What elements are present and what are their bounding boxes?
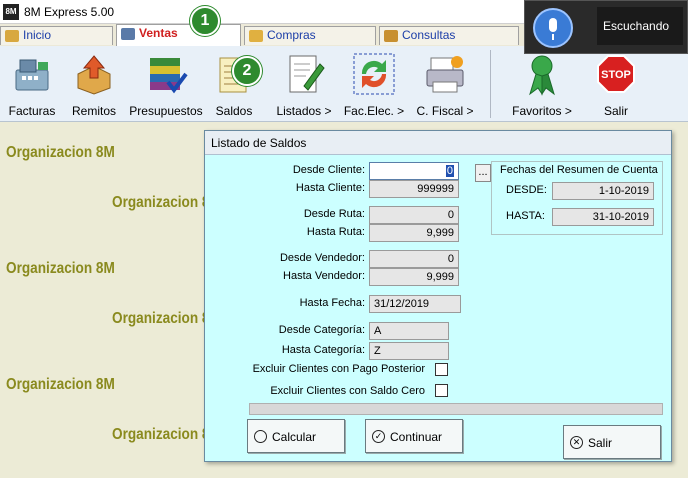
continuar-button[interactable]: ✓ Continuar — [365, 419, 463, 453]
voice-dictation-overlay: Escuchando — [524, 0, 688, 54]
listados-label: Listados > — [276, 104, 332, 118]
document-pen-icon — [289, 55, 325, 93]
excluir-pago-label: Excluir Clientes con Pago Posterior — [252, 363, 425, 375]
favoritos-button[interactable]: Favoritos > — [500, 46, 584, 122]
microphone-icon[interactable] — [533, 8, 573, 48]
favoritos-label: Favoritos > — [512, 104, 572, 118]
step-badge-2: 2 — [232, 56, 262, 86]
desde-ruta-label: Desde Ruta: — [303, 208, 365, 220]
stop-sign-icon: STOP — [597, 55, 635, 93]
facturas-label: Facturas — [8, 104, 56, 118]
remitos-button[interactable]: Remitos — [66, 46, 122, 122]
resumen-cuenta-group: Fechas del Resumen de Cuenta DESDE: 1-10… — [491, 161, 663, 235]
app-logo-icon: 8M — [3, 4, 19, 20]
tab-label: Consultas — [402, 28, 456, 42]
remitos-label: Remitos — [71, 104, 116, 118]
tab-ventas[interactable]: Ventas — [116, 24, 241, 46]
presupuestos-button[interactable]: Presupuestos — [126, 46, 206, 122]
hasta-ruta-input[interactable]: 9,999 — [369, 224, 459, 242]
saldos-label: Saldos — [215, 104, 253, 118]
hasta-categoria-label: Hasta Categoría: — [281, 344, 365, 356]
listados-button[interactable]: Listados > — [272, 46, 336, 122]
box-upload-icon — [77, 55, 111, 95]
desde-categoria-input[interactable]: A — [369, 322, 449, 340]
listado-saldos-dialog: Listado de Saldos Desde Cliente: 0 ... H… — [204, 130, 672, 462]
fac-elec-label: Fac.Elec. > — [343, 104, 405, 118]
tab-label: Inicio — [23, 28, 52, 42]
resumen-hasta-label: HASTA: — [506, 210, 545, 222]
salir-label: Salir — [603, 104, 628, 118]
window-title: 8M Express 5.00 — [24, 5, 115, 19]
hasta-categoria-input[interactable]: Z — [369, 342, 449, 360]
cash-register-icon — [15, 59, 49, 91]
ribbon-icon — [529, 55, 555, 96]
stop-text: STOP — [601, 69, 631, 81]
cancel-icon: ✕ — [570, 436, 583, 449]
desde-cliente-input[interactable]: 0 — [369, 162, 459, 180]
desde-cliente-label: Desde Cliente: — [292, 164, 365, 176]
hasta-cliente-label: Hasta Cliente: — [295, 182, 365, 194]
watermark-text: Organizacion 8M — [6, 376, 115, 393]
hasta-vendedor-label: Hasta Vendedor: — [283, 270, 365, 282]
continuar-label: Continuar — [390, 430, 443, 444]
salir-dialog-button[interactable]: ✕ Salir — [563, 425, 661, 459]
watermark-text: Organizacion 8M — [6, 144, 115, 161]
tab-label: Ventas — [139, 26, 178, 40]
hasta-vendedor-input[interactable]: 9,999 — [369, 268, 459, 286]
cliente-lookup-button[interactable]: ... — [475, 164, 491, 182]
hasta-fecha-label: Hasta Fecha: — [299, 297, 365, 309]
fiscal-printer-icon — [426, 56, 464, 93]
purchases-icon — [249, 30, 263, 42]
excluir-cero-label: Excluir Clientes con Saldo Cero — [270, 385, 425, 397]
voice-status: Escuchando — [597, 7, 683, 45]
excluir-pago-checkbox[interactable] — [435, 363, 448, 376]
facturas-button[interactable]: Facturas — [2, 46, 62, 122]
salir-button[interactable]: STOP Salir — [588, 46, 644, 122]
queries-icon — [384, 30, 398, 42]
check-icon: ✓ — [372, 430, 385, 443]
excluir-cero-checkbox[interactable] — [435, 384, 448, 397]
toolbar-separator — [490, 50, 491, 118]
hasta-ruta-label: Hasta Ruta: — [306, 226, 365, 238]
dialog-title: Listado de Saldos — [205, 131, 671, 155]
tab-consultas[interactable]: Consultas — [379, 26, 519, 45]
tab-compras[interactable]: Compras — [244, 26, 376, 45]
fac-elec-button[interactable]: Fac.Elec. > — [340, 46, 408, 122]
hasta-fecha-input[interactable]: 31/12/2019 — [369, 295, 461, 313]
tab-label: Compras — [267, 28, 316, 42]
resumen-desde-input[interactable]: 1-10-2019 — [552, 182, 654, 200]
presupuestos-label: Presupuestos — [129, 104, 203, 118]
c-fiscal-label: C. Fiscal > — [416, 104, 474, 118]
resumen-title: Fechas del Resumen de Cuenta — [500, 164, 658, 176]
salir-dialog-label: Salir — [588, 436, 613, 450]
progress-bar — [249, 403, 663, 415]
desde-vendedor-input[interactable]: 0 — [369, 250, 459, 268]
desde-ruta-input[interactable]: 0 — [369, 206, 459, 224]
c-fiscal-button[interactable]: C. Fiscal > — [410, 46, 480, 122]
resumen-desde-label: DESDE: — [506, 184, 547, 196]
circle-icon — [254, 430, 267, 443]
step-badge-1: 1 — [190, 6, 220, 36]
calcular-button[interactable]: Calcular — [247, 419, 345, 453]
watermark-text: Organizacion 8M — [6, 260, 115, 277]
desde-vendedor-label: Desde Vendedor: — [279, 252, 365, 264]
ribbon-toolbar: Facturas Remitos Presupuestos Saldos Lis… — [0, 46, 688, 122]
refresh-arrows-icon — [353, 53, 395, 95]
tab-inicio[interactable]: Inicio — [0, 26, 113, 45]
home-icon — [5, 30, 19, 42]
hasta-cliente-input[interactable]: 999999 — [369, 180, 459, 198]
resumen-hasta-input[interactable]: 31-10-2019 — [552, 208, 654, 226]
desde-cliente-value: 0 — [445, 165, 454, 177]
calcular-label: Calcular — [272, 430, 317, 444]
books-check-icon — [150, 58, 188, 94]
sales-icon — [121, 28, 135, 40]
desde-categoria-label: Desde Categoría: — [278, 324, 365, 336]
